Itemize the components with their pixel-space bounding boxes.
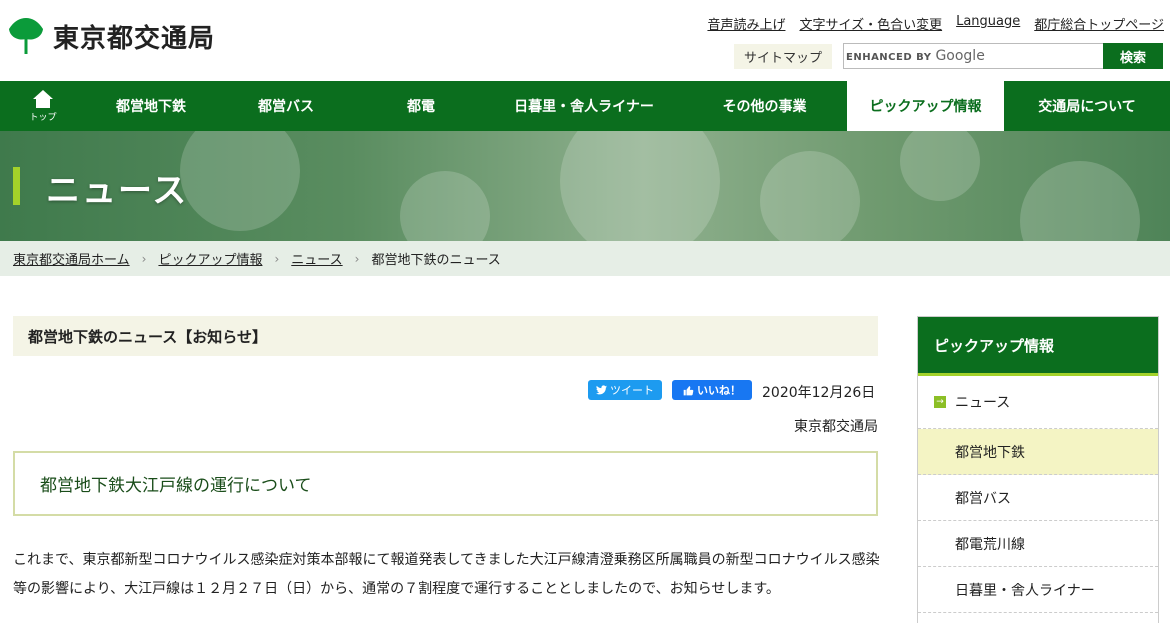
sidebar-item-news[interactable]: → ニュース [918, 376, 1158, 429]
page-title: ニュース [46, 171, 189, 211]
search-enhanced-label: ENHANCED BY Google [846, 48, 985, 64]
hero-accent-bar [13, 167, 20, 205]
nav-streetcar[interactable]: 都電 [356, 81, 486, 131]
search-input[interactable]: ENHANCED BY Google [843, 43, 1104, 69]
global-nav: トップ 都営地下鉄 都営バス 都電 日暮里・舎人ライナー その他の事業 ピックア… [0, 81, 1170, 131]
twitter-bird-icon [596, 385, 607, 395]
nav-subway[interactable]: 都営地下鉄 [86, 81, 216, 131]
util-link-speech[interactable]: 音声読み上げ [707, 14, 785, 33]
nav-pickup[interactable]: ピックアップ情報 [847, 81, 1004, 131]
chevron-right-icon: › [274, 251, 280, 266]
tweet-button[interactable]: ツイート [588, 380, 662, 400]
publish-date: 2020年12月26日 [762, 385, 876, 401]
util-link-text-size[interactable]: 文字サイズ・色合い変更 [799, 14, 942, 33]
nav-home-label: トップ [29, 113, 57, 123]
nav-about[interactable]: 交通局について [1004, 81, 1170, 131]
logo-text: 東京都交通局 [53, 23, 216, 54]
nav-liner[interactable]: 日暮里・舎人ライナー [486, 81, 682, 131]
breadcrumb-pickup[interactable]: ピックアップ情報 [158, 249, 262, 268]
breadcrumb-home[interactable]: 東京都交通局ホーム [13, 249, 130, 268]
thumbs-up-icon [683, 385, 694, 395]
nav-other-business[interactable]: その他の事業 [682, 81, 847, 131]
publisher: 東京都交通局 [794, 419, 878, 435]
nav-bus[interactable]: 都営バス [216, 81, 356, 131]
breadcrumb-news[interactable]: ニュース [291, 249, 342, 268]
home-icon [33, 90, 53, 108]
site-logo[interactable]: 東京都交通局 [8, 17, 215, 55]
hero-banner: ニュース [0, 131, 1170, 241]
breadcrumb: 東京都交通局ホーム › ピックアップ情報 › ニュース › 都営地下鉄のニュース [0, 241, 1170, 276]
site-header: 東京都交通局 音声読み上げ 文字サイズ・色合い変更 Language 都庁総合ト… [0, 0, 1170, 81]
like-button[interactable]: いいね！ [672, 380, 752, 400]
nav-home[interactable]: トップ [0, 81, 86, 131]
chevron-right-icon: › [354, 251, 360, 266]
sidebar-item-liner[interactable]: 日暮里・舎人ライナー [918, 567, 1158, 613]
ginkgo-leaf-icon [9, 18, 43, 54]
sidebar-item-subway[interactable]: 都営地下鉄 [918, 429, 1158, 475]
breadcrumb-current: 都営地下鉄のニュース [371, 253, 501, 268]
search-button[interactable]: 検索 [1103, 43, 1163, 69]
sidebar-heading: ピックアップ情報 [918, 317, 1158, 376]
sidebar-item-bus[interactable]: 都営バス [918, 475, 1158, 521]
arrow-right-icon: → [934, 396, 946, 408]
chevron-right-icon: › [141, 251, 147, 266]
article-body: これまで、東京都新型コロナウイルス感染症対策本部報にて報道発表してきました大江戸… [13, 546, 881, 604]
article-body-line: 等の影響により、大江戸線は１２月２７日（日）から、通常の７割程度で運行することと… [13, 581, 780, 597]
article-body-line: これまで、東京都新型コロナウイルス感染症対策本部報にて報道発表してきました大江戸… [13, 552, 880, 568]
sidebar-item-arakawa[interactable]: 都電荒川線 [918, 521, 1158, 567]
share-buttons: ツイート いいね！ [588, 380, 752, 400]
util-link-language[interactable]: Language [956, 14, 1020, 33]
sitemap-button[interactable]: サイトマップ [734, 44, 832, 69]
section-heading: 都営地下鉄のニュース【お知らせ】 [13, 316, 878, 356]
article-title: 都営地下鉄大江戸線の運行について [13, 451, 878, 516]
sidebar: ピックアップ情報 → ニュース 都営地下鉄 都営バス 都電荒川線 日暮里・舎人ラ… [917, 316, 1159, 623]
utility-links: 音声読み上げ 文字サイズ・色合い変更 Language 都庁総合トップページ [707, 14, 1164, 33]
util-link-metro-top[interactable]: 都庁総合トップページ [1034, 14, 1164, 33]
